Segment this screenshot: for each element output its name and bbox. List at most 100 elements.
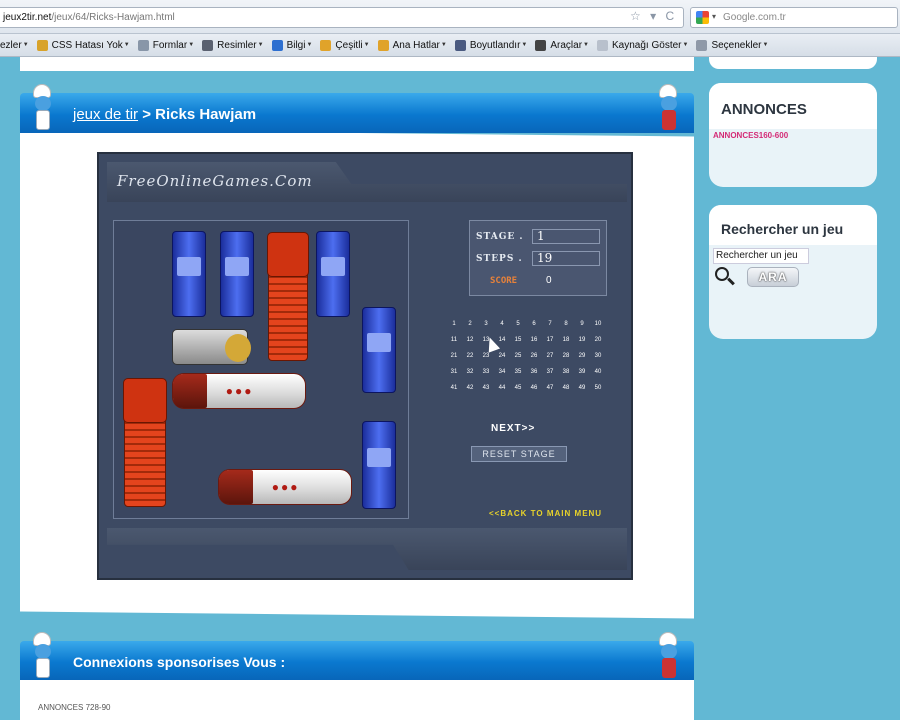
bookmark-item[interactable]: Kaynağı Göster ▼ [597,39,689,51]
annonces-box: ANNONCES ANNONCES160-600 [709,83,877,187]
bookmark-item[interactable]: Resimler ▼ [202,39,264,51]
back-to-main-menu-link[interactable]: <<BACK TO MAIN MENU [489,509,602,518]
level-button[interactable]: 29 [574,348,590,364]
level-button[interactable]: 27 [542,348,558,364]
bookmark-item[interactable]: Formlar ▼ [137,39,194,51]
dropdown-caret-icon: ▼ [123,42,130,48]
bookmark-item[interactable]: CSS Hatası Yok ▼ [36,39,130,51]
grey-car-vehicle[interactable] [172,329,251,365]
smurf-mascot-icon [27,632,57,680]
search-engine-label: Google.com.tr [723,12,786,23]
bookmark-folder-icon [454,39,466,51]
level-button[interactable]: 18 [558,332,574,348]
game-frame[interactable]: FreeOnlineGames.Com ●●● ●●● STAGE . 1 ST… [97,152,633,580]
level-button[interactable]: 16 [526,332,542,348]
level-button[interactable]: 49 [574,380,590,396]
level-button[interactable]: 32 [462,364,478,380]
next-button[interactable]: NEXT>> [491,423,535,434]
annonces-sub-link[interactable]: ANNONCES160-600 [713,131,788,140]
level-button[interactable]: 31 [446,364,462,380]
bookmark-item[interactable]: Ana Hatlar ▼ [377,39,447,51]
steps-label: STEPS . [476,253,523,264]
fire-truck-vehicle[interactable] [123,378,167,507]
blue-truck-vehicle[interactable] [220,231,254,317]
level-button[interactable]: 4 [494,316,510,332]
level-button[interactable]: 41 [446,380,462,396]
level-button[interactable]: 42 [462,380,478,396]
bookmark-label: CSS Hatası Yok [51,39,123,51]
url-path: /jeux/64/Ricks-Hawjam.html [51,12,175,23]
breadcrumb: jeux de tir > Ricks Hawjam [73,106,256,123]
level-button[interactable]: 43 [478,380,494,396]
level-button[interactable]: 40 [590,364,606,380]
level-button[interactable]: 7 [542,316,558,332]
bookmark-item[interactable]: ezler ▼ [0,40,29,51]
sponsored-title: Connexions sponsorises Vous : [73,654,286,670]
level-button[interactable]: 28 [558,348,574,364]
level-button[interactable]: 38 [558,364,574,380]
level-button[interactable]: 25 [510,348,526,364]
bookmark-item[interactable]: Araçlar ▼ [535,39,589,51]
level-button[interactable]: 21 [446,348,462,364]
level-button[interactable]: 9 [574,316,590,332]
level-button[interactable]: 11 [446,332,462,348]
search-engine-dropdown-icon[interactable]: ▾ [712,12,716,21]
level-button[interactable]: 44 [494,380,510,396]
level-button[interactable]: 35 [510,364,526,380]
breadcrumb-link-jeux-de-tir[interactable]: jeux de tir [73,106,138,123]
level-button[interactable]: 10 [590,316,606,332]
level-button[interactable]: 50 [590,380,606,396]
level-button[interactable]: 37 [542,364,558,380]
dropdown-caret-icon: ▼ [762,42,769,48]
search-icon [715,267,729,281]
level-button[interactable]: 33 [478,364,494,380]
browser-search-box[interactable]: ▾ Google.com.tr [690,7,898,28]
level-button[interactable]: 15 [510,332,526,348]
level-button[interactable]: 24 [494,348,510,364]
reset-stage-button[interactable]: RESET STAGE [471,446,567,462]
level-button[interactable]: 26 [526,348,542,364]
level-button[interactable]: 30 [590,348,606,364]
level-button[interactable]: 39 [574,364,590,380]
address-bar[interactable]: jeux2tir.net/jeux/64/Ricks-Hawjam.html [0,7,684,28]
level-button[interactable]: 12 [462,332,478,348]
bookmark-item[interactable]: Çeşitli ▼ [320,39,370,51]
bookmark-item[interactable]: Bilgi ▼ [271,39,312,51]
blue-truck-vehicle[interactable] [316,231,350,317]
level-button[interactable]: 19 [574,332,590,348]
blue-truck-vehicle[interactable] [362,421,396,509]
level-button[interactable]: 8 [558,316,574,332]
bookmark-label: Araçlar [550,39,583,51]
level-button[interactable]: 2 [462,316,478,332]
dropdown-caret-icon: ▼ [440,42,447,48]
bookmark-star-icon[interactable]: ☆ ▾ C [630,9,677,23]
level-button[interactable]: 22 [462,348,478,364]
level-button[interactable]: 17 [542,332,558,348]
level-button[interactable]: 5 [510,316,526,332]
level-button[interactable]: 45 [510,380,526,396]
stage-value: 1 [532,229,600,244]
parking-board[interactable]: ●●● ●●● [113,220,409,519]
game-search-input[interactable]: Rechercher un jeu [713,248,809,264]
level-button[interactable]: 3 [478,316,494,332]
tanker-truck-vehicle[interactable]: ●●● [172,373,306,409]
blue-truck-vehicle[interactable] [172,231,206,317]
blue-truck-vehicle[interactable] [362,307,396,393]
stats-panel: STAGE . 1 STEPS . 19 SCORE 0 [469,220,607,296]
bookmark-item[interactable]: Boyutlandır ▼ [454,39,527,51]
level-button[interactable]: 6 [526,316,542,332]
level-button[interactable]: 36 [526,364,542,380]
level-button[interactable]: 34 [494,364,510,380]
bookmark-folder-icon [535,39,547,51]
level-button[interactable]: 1 [446,316,462,332]
tanker-truck-vehicle[interactable]: ●●● [218,469,352,505]
ara-search-button[interactable]: ARA [747,267,799,287]
level-button[interactable]: 48 [558,380,574,396]
level-button[interactable]: 46 [526,380,542,396]
dropdown-caret-icon: ▼ [682,42,689,48]
bookmark-label: Boyutlandır [469,39,521,51]
level-button[interactable]: 47 [542,380,558,396]
fire-truck-vehicle[interactable] [267,232,309,361]
bookmark-item[interactable]: Seçenekler ▼ [696,39,769,51]
level-button[interactable]: 20 [590,332,606,348]
